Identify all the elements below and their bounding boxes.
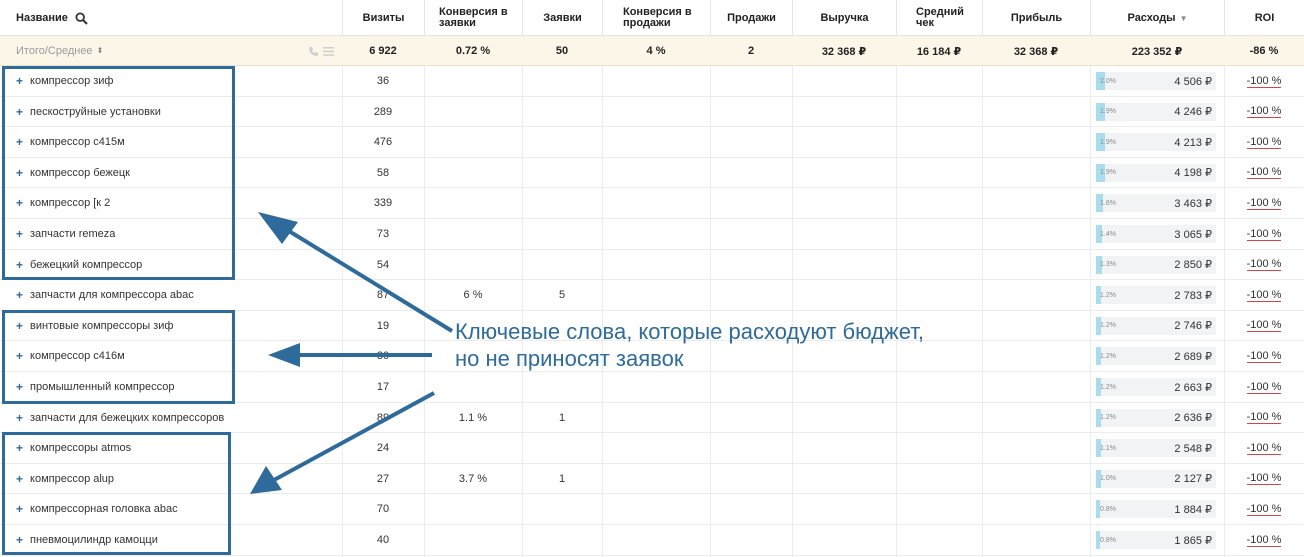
annotation-arrows [250,212,454,494]
annotation-line-1: Ключевые слова, которые расходуют бюджет… [455,319,924,344]
arrow-to-box-1 [258,212,454,333]
annotation-text: Ключевые слова, которые расходуют бюджет… [455,318,924,372]
arrow-to-box-3 [250,391,435,494]
annotation-line-2: но не приносят заявок [455,346,684,371]
arrow-to-box-2 [268,343,432,367]
